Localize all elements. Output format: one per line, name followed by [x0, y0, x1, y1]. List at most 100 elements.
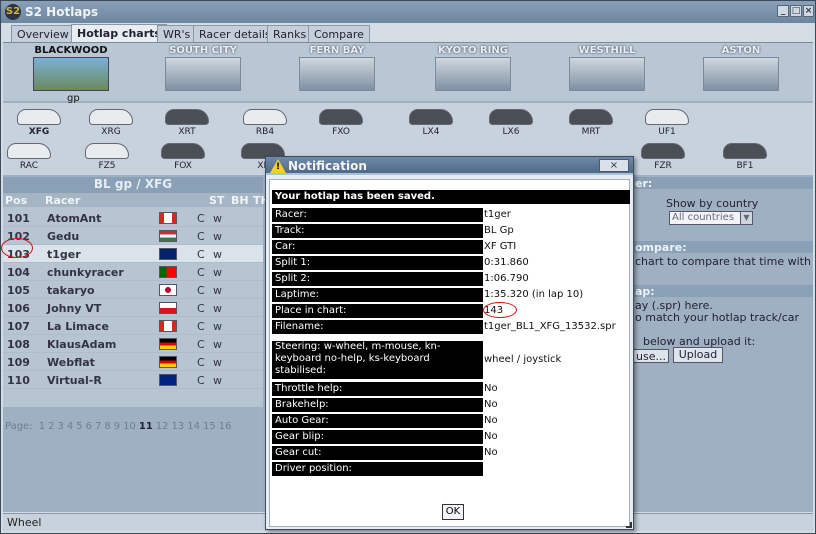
car-bf1[interactable]: BF1 — [719, 139, 771, 173]
row-racer[interactable]: takaryo — [47, 284, 95, 297]
table-row[interactable]: 110 Virtual-R Cw — [3, 371, 263, 389]
row-racer[interactable]: Johny VT — [47, 302, 101, 315]
table-row[interactable]: 101 AtomAnt Cw — [3, 209, 263, 227]
page-link[interactable]: 7 — [95, 421, 101, 432]
compare-text: chart to compare that time with — [635, 255, 811, 268]
page-link[interactable]: 13 — [172, 421, 185, 432]
row-racer[interactable]: chunkyracer — [47, 266, 124, 279]
table-header: Pos Racer ST BH TH — [3, 193, 270, 207]
row-racer[interactable]: AtomAnt — [47, 212, 101, 225]
dialog-titlebar[interactable]: ! Notification × — [266, 157, 633, 175]
field-value: BL Gp — [484, 225, 514, 236]
tab-hotlap-charts[interactable]: Hotlap charts — [71, 24, 167, 44]
car-xrt[interactable]: XRT — [161, 105, 213, 139]
browse-button[interactable]: use... — [633, 349, 669, 363]
upload-button[interactable]: Upload — [673, 347, 723, 363]
tab-compare[interactable]: Compare — [308, 25, 370, 43]
field-label: Split 2: — [272, 272, 483, 286]
col-st[interactable]: ST — [209, 194, 224, 207]
field-value: t1ger_BL1_XFG_13532.spr — [484, 321, 616, 332]
page-link[interactable]: 3 — [58, 421, 64, 432]
tab-racer-details[interactable]: Racer details — [193, 25, 277, 43]
row-pos: 104 — [7, 266, 30, 279]
page-link[interactable]: 12 — [156, 421, 169, 432]
track-south-city[interactable]: SOUTH CITY — [165, 45, 241, 91]
page-link[interactable]: 11 — [139, 421, 153, 432]
page-link[interactable]: 10 — [123, 421, 136, 432]
page-link[interactable]: 15 — [203, 421, 216, 432]
track-aston[interactable]: ASTON — [703, 45, 779, 91]
page-link[interactable]: 16 — [219, 421, 232, 432]
row-st: C — [197, 248, 205, 261]
field-label: Filename: — [272, 320, 483, 334]
upload-text-2: o match your hotlap track/car — [635, 311, 800, 324]
row-bh: w — [213, 320, 222, 333]
row-racer[interactable]: Gedu — [47, 230, 79, 243]
row-bh: w — [213, 338, 222, 351]
row-racer[interactable]: La Limace — [47, 320, 109, 333]
car-fz5[interactable]: FZ5 — [81, 139, 133, 173]
table-row[interactable]: 106 Johny VT Cw — [3, 299, 263, 317]
page-link[interactable]: 6 — [86, 421, 92, 432]
car-fzr[interactable]: FZR — [637, 139, 689, 173]
row-racer[interactable]: Virtual-R — [47, 374, 102, 387]
title-bar[interactable]: S2 S2 Hotlaps _ □ × — [1, 1, 815, 23]
row-racer[interactable]: Webflat — [47, 356, 95, 369]
table-row[interactable]: 108 KlausAdam Cw — [3, 335, 263, 353]
car-lx4[interactable]: LX4 — [405, 105, 457, 139]
option-value: No — [484, 447, 498, 458]
car-uf1[interactable]: UF1 — [641, 105, 693, 139]
row-pos: 101 — [7, 212, 30, 225]
car-rb4[interactable]: RB4 — [239, 105, 291, 139]
close-icon[interactable]: × — [599, 159, 629, 172]
pagination: Page: 1 2 3 4 5 6 7 8 9 10 11 12 13 14 15 16 — [5, 421, 265, 432]
country-flag-icon — [159, 338, 177, 350]
option-value: No — [484, 431, 498, 442]
col-bh[interactable]: BH — [231, 194, 249, 207]
page-link[interactable]: 1 — [39, 421, 45, 432]
track-thumbnail — [569, 57, 645, 91]
row-pos: 110 — [7, 374, 30, 387]
minimize-icon[interactable]: _ — [777, 5, 789, 17]
maximize-icon[interactable]: □ — [790, 5, 802, 17]
car-xrg[interactable]: XRG — [85, 105, 137, 139]
car-fox[interactable]: FOX — [157, 139, 209, 173]
page-link[interactable]: 8 — [104, 421, 110, 432]
table-row[interactable]: 105 takaryo Cw — [3, 281, 263, 299]
car-fxo[interactable]: FXO — [315, 105, 367, 139]
tab-ranks[interactable]: Ranks — [267, 25, 313, 43]
track-thumbnail — [703, 57, 779, 91]
track-blackwood[interactable]: BLACKWOOD — [33, 45, 109, 91]
table-row[interactable]: 102 Gedu Cw — [3, 227, 263, 245]
option-label: Gear blip: — [272, 430, 483, 444]
tab-overview[interactable]: Overview — [11, 25, 75, 43]
ok-button[interactable]: OK — [442, 504, 464, 520]
page-link[interactable]: 4 — [67, 421, 73, 432]
page-link[interactable]: 2 — [48, 421, 54, 432]
car-lx6[interactable]: LX6 — [485, 105, 537, 139]
page-link[interactable]: 9 — [114, 421, 120, 432]
row-st: C — [197, 284, 205, 297]
track-fern-bay[interactable]: FERN BAY — [299, 45, 375, 91]
car-xfg[interactable]: XFG — [13, 105, 65, 139]
row-racer[interactable]: KlausAdam — [47, 338, 116, 351]
table-row[interactable]: 107 La Limace Cw — [3, 317, 263, 335]
track-kyoto-ring[interactable]: KYOTO RING — [435, 45, 511, 91]
track-westhill[interactable]: WESTHILL — [569, 45, 645, 91]
col-racer[interactable]: Racer — [45, 194, 80, 207]
car-mrt[interactable]: MRT — [565, 105, 617, 139]
table-row[interactable]: 109 Webflat Cw — [3, 353, 263, 371]
tab-wrs[interactable]: WR's — [157, 25, 197, 43]
car-rac[interactable]: RAC — [3, 139, 55, 173]
page-link[interactable]: 5 — [76, 421, 82, 432]
page-link[interactable]: 14 — [187, 421, 200, 432]
table-row[interactable]: 104 chunkyracer Cw — [3, 263, 263, 281]
col-pos[interactable]: Pos — [5, 194, 27, 207]
table-row[interactable]: 103 t1ger Cw — [3, 245, 263, 263]
country-select[interactable]: All countries ▼ — [669, 211, 753, 225]
resize-grip-icon[interactable] — [626, 522, 632, 528]
option-value: No — [484, 383, 498, 394]
close-icon[interactable]: × — [803, 5, 814, 17]
row-racer[interactable]: t1ger — [47, 248, 81, 261]
row-bh: w — [213, 284, 222, 297]
